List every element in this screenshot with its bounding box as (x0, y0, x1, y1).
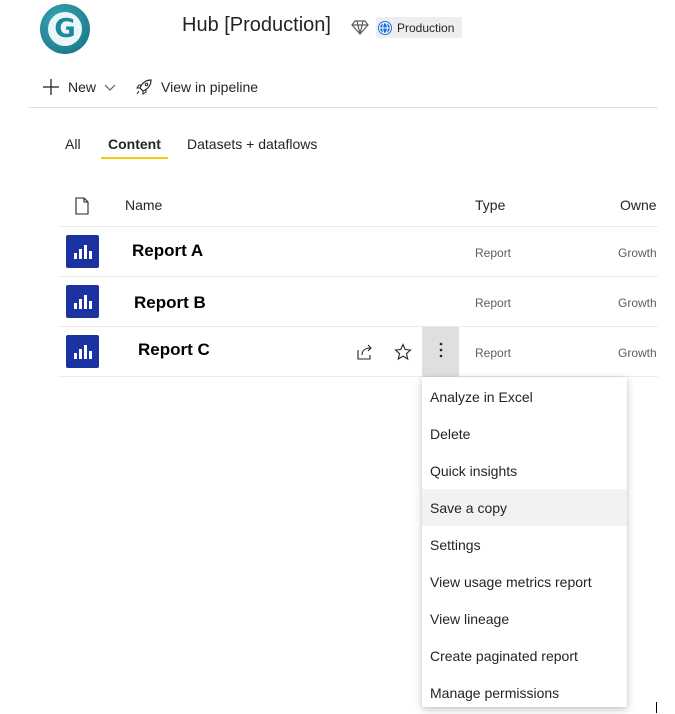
tab-all[interactable]: All (65, 136, 81, 152)
row-name[interactable]: Report A (132, 241, 203, 261)
report-chart-icon (66, 235, 99, 268)
badge-label: Production (397, 20, 455, 35)
row-owner: Growth (618, 346, 657, 360)
rocket-icon (135, 78, 153, 96)
text-cursor (656, 702, 657, 713)
row-owner: Growth (618, 296, 657, 310)
row-type: Report (475, 246, 512, 260)
menu-item-view-lineage[interactable]: View lineage (422, 600, 627, 637)
more-options-button[interactable] (422, 327, 459, 377)
menu-item-quick-insights[interactable]: Quick insights (422, 452, 627, 489)
menu-item-create-paginated-report[interactable]: Create paginated report (422, 637, 627, 674)
toolbar-divider (28, 107, 658, 108)
row-name[interactable]: Report B (134, 293, 206, 313)
more-options-icon (439, 342, 443, 363)
menu-item-manage-permissions[interactable]: Manage permissions (422, 674, 627, 711)
new-button[interactable]: New (42, 78, 116, 96)
diamond-icon (351, 18, 369, 36)
table-row[interactable]: Report B Report Growth (58, 277, 658, 327)
table-row[interactable]: Report A Report Growth (58, 227, 658, 277)
tab-datasets-dataflows[interactable]: Datasets + dataflows (187, 136, 317, 152)
row-type: Report (475, 296, 512, 310)
menu-item-save-a-copy[interactable]: Save a copy (422, 489, 627, 526)
table-row[interactable]: Report C Report Growth (58, 327, 658, 377)
plus-icon (42, 78, 60, 96)
active-tab-indicator (101, 157, 168, 159)
production-badge: Production (376, 17, 463, 38)
row-type: Report (475, 346, 512, 360)
new-label: New (68, 79, 97, 95)
menu-item-analyze-in-excel[interactable]: Analyze in Excel (422, 378, 627, 415)
column-header-name[interactable]: Name (125, 197, 162, 213)
report-chart-icon (66, 335, 99, 368)
logo-inner: G (48, 12, 82, 46)
file-type-icon (74, 197, 90, 220)
chevron-down-icon (104, 82, 116, 92)
view-in-pipeline-button[interactable]: View in pipeline (135, 78, 258, 96)
share-icon[interactable] (355, 342, 375, 362)
column-header-type[interactable]: Type (475, 197, 505, 213)
star-icon[interactable] (393, 342, 413, 362)
workspace-title: Hub [Production] (182, 14, 331, 36)
workspace-logo: G (40, 4, 90, 54)
context-menu: Analyze in Excel Delete Quick insights S… (422, 377, 627, 707)
menu-item-settings[interactable]: Settings (422, 526, 627, 563)
menu-item-view-usage-metrics[interactable]: View usage metrics report (422, 563, 627, 600)
tab-content[interactable]: Content (108, 136, 161, 152)
row-owner: Growth (618, 246, 657, 260)
view-in-pipeline-label: View in pipeline (161, 79, 259, 95)
column-header-owner[interactable]: Owne (620, 197, 657, 213)
report-chart-icon (66, 285, 99, 318)
menu-item-delete[interactable]: Delete (422, 415, 627, 452)
globe-icon (378, 20, 392, 35)
row-name[interactable]: Report C (138, 340, 210, 360)
logo-letter: G (54, 14, 76, 44)
